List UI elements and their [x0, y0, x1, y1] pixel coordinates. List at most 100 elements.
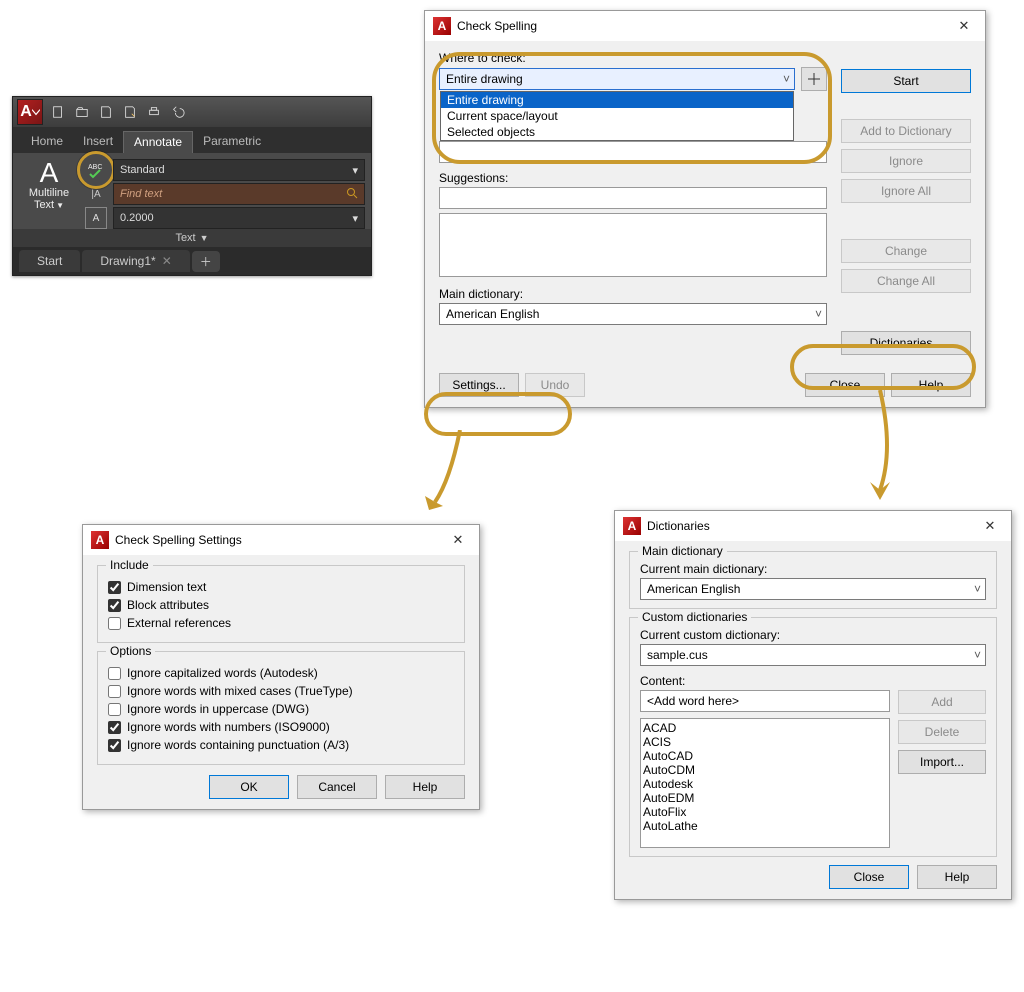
- search-icon[interactable]: [346, 187, 358, 202]
- chevron-down-icon: ˅: [974, 582, 981, 596]
- panel-title-text[interactable]: Text▼: [13, 229, 371, 247]
- list-item[interactable]: AutoCDM: [643, 763, 887, 777]
- autocad-logo: A: [17, 99, 43, 125]
- add-button[interactable]: Add: [898, 690, 986, 714]
- undo-icon[interactable]: [167, 101, 189, 123]
- print-icon[interactable]: [143, 101, 165, 123]
- content-label: Content:: [640, 674, 986, 688]
- spelling-settings-dialog: A Check Spelling Settings ✕ Include Dime…: [82, 524, 480, 810]
- main-dict-combo[interactable]: American English ˅: [439, 303, 827, 325]
- settings-button[interactable]: Settings...: [439, 373, 519, 397]
- cancel-button[interactable]: Cancel: [297, 775, 377, 799]
- not-in-dict-input[interactable]: [439, 141, 827, 163]
- height-icon[interactable]: A: [85, 207, 107, 229]
- close-button[interactable]: ✕: [445, 527, 471, 553]
- where-to-check-combo[interactable]: Entire drawing ˅ Entire drawing Current …: [439, 68, 795, 90]
- chk-ignore-punctuation[interactable]: Ignore words containing punctuation (A/3…: [108, 738, 454, 752]
- save-icon[interactable]: [95, 101, 117, 123]
- list-item[interactable]: AutoLathe: [643, 819, 887, 833]
- find-text-input[interactable]: Find text: [113, 183, 365, 205]
- help-button[interactable]: Help: [891, 373, 971, 397]
- file-tab-drawing1[interactable]: Drawing1* ✕: [82, 250, 189, 272]
- custom-dict-group-title: Custom dictionaries: [638, 610, 751, 624]
- suggestions-list[interactable]: [439, 213, 827, 277]
- change-button[interactable]: Change: [841, 239, 971, 263]
- multiline-text-button[interactable]: A Multiline Text▼: [19, 157, 79, 211]
- words-list[interactable]: ACAD ACIS AutoCAD AutoCDM Autodesk AutoE…: [640, 718, 890, 848]
- text-icon[interactable]: |A: [85, 183, 107, 205]
- chk-external-references[interactable]: External references: [108, 616, 454, 630]
- new-tab-button[interactable]: ＋: [192, 251, 220, 272]
- suggestions-label: Suggestions:: [439, 171, 827, 185]
- chk-ignore-uppercase[interactable]: Ignore words in uppercase (DWG): [108, 702, 454, 716]
- dictionaries-dialog: A Dictionaries ✕ Main dictionary Current…: [614, 510, 1012, 900]
- dialog-title: Dictionaries: [647, 519, 710, 533]
- dropdown-option[interactable]: Current space/layout: [441, 108, 793, 124]
- help-button[interactable]: Help: [385, 775, 465, 799]
- close-icon[interactable]: ✕: [162, 254, 172, 268]
- ok-button[interactable]: OK: [209, 775, 289, 799]
- list-item[interactable]: ACIS: [643, 735, 887, 749]
- saveas-icon[interactable]: [119, 101, 141, 123]
- current-custom-dict-label: Current custom dictionary:: [640, 628, 986, 642]
- autocad-icon: A: [433, 17, 451, 35]
- tab-annotate[interactable]: Annotate: [123, 131, 193, 153]
- list-item[interactable]: Autodesk: [643, 777, 887, 791]
- dropdown-option[interactable]: Selected objects: [441, 124, 793, 140]
- custom-dictionaries-group: Custom dictionaries Current custom dicti…: [629, 617, 997, 857]
- list-item[interactable]: AutoEDM: [643, 791, 887, 805]
- close-button[interactable]: Close: [829, 865, 909, 889]
- chk-ignore-capitalized[interactable]: Ignore capitalized words (Autodesk): [108, 666, 454, 680]
- list-item[interactable]: AutoCAD: [643, 749, 887, 763]
- dictionaries-button[interactable]: Dictionaries...: [841, 331, 971, 355]
- ignore-all-button[interactable]: Ignore All: [841, 179, 971, 203]
- chk-ignore-mixed-case[interactable]: Ignore words with mixed cases (TrueType): [108, 684, 454, 698]
- change-all-button[interactable]: Change All: [841, 269, 971, 293]
- file-tab-start[interactable]: Start: [19, 250, 80, 272]
- undo-button[interactable]: Undo: [525, 373, 585, 397]
- list-item[interactable]: AutoFlix: [643, 805, 887, 819]
- new-icon[interactable]: [47, 101, 69, 123]
- check-spelling-icon[interactable]: ABC: [85, 159, 107, 181]
- options-group: Options Ignore capitalized words (Autode…: [97, 651, 465, 765]
- import-button[interactable]: Import...: [898, 750, 986, 774]
- suggestion-input[interactable]: [439, 187, 827, 209]
- close-button[interactable]: ✕: [951, 13, 977, 39]
- chk-block-attributes[interactable]: Block attributes: [108, 598, 454, 612]
- dialog-title: Check Spelling: [457, 19, 537, 33]
- chk-ignore-numbers[interactable]: Ignore words with numbers (ISO9000): [108, 720, 454, 734]
- height-combo[interactable]: 0.2000 ▾: [113, 207, 365, 229]
- close-button[interactable]: ✕: [977, 513, 1003, 539]
- add-word-input[interactable]: <Add word here>: [640, 690, 890, 712]
- style-combo[interactable]: Standard ▾: [113, 159, 365, 181]
- autocad-icon: A: [91, 531, 109, 549]
- main-dict-combo[interactable]: American English˅: [640, 578, 986, 600]
- svg-text:ABC: ABC: [88, 164, 102, 171]
- quick-access-toolbar: A: [13, 97, 371, 127]
- include-group: Include Dimension text Block attributes …: [97, 565, 465, 643]
- arrow-to-settings: [410, 430, 470, 520]
- check-spell-column: ABC |A A: [85, 157, 107, 229]
- pick-objects-button[interactable]: [801, 67, 827, 91]
- ignore-button[interactable]: Ignore: [841, 149, 971, 173]
- include-group-title: Include: [106, 558, 153, 572]
- multiline-label-1: Multiline: [29, 187, 69, 199]
- start-button[interactable]: Start: [841, 69, 971, 93]
- close-button[interactable]: Close: [805, 373, 885, 397]
- current-main-dict-label: Current main dictionary:: [640, 562, 986, 576]
- main-dict-group-title: Main dictionary: [638, 544, 727, 558]
- delete-button[interactable]: Delete: [898, 720, 986, 744]
- open-icon[interactable]: [71, 101, 93, 123]
- help-button[interactable]: Help: [917, 865, 997, 889]
- chk-dimension-text[interactable]: Dimension text: [108, 580, 454, 594]
- custom-dict-combo[interactable]: sample.cus˅: [640, 644, 986, 666]
- text-fields: Standard ▾ Find text 0.2000 ▾: [113, 157, 365, 229]
- list-item[interactable]: ACAD: [643, 721, 887, 735]
- tab-home[interactable]: Home: [21, 131, 73, 153]
- tab-parametric[interactable]: Parametric: [193, 131, 271, 153]
- ribbon-tabs: Home Insert Annotate Parametric: [13, 127, 371, 153]
- dropdown-option[interactable]: Entire drawing: [441, 92, 793, 108]
- tab-insert[interactable]: Insert: [73, 131, 123, 153]
- add-to-dictionary-button[interactable]: Add to Dictionary: [841, 119, 971, 143]
- options-group-title: Options: [106, 644, 155, 658]
